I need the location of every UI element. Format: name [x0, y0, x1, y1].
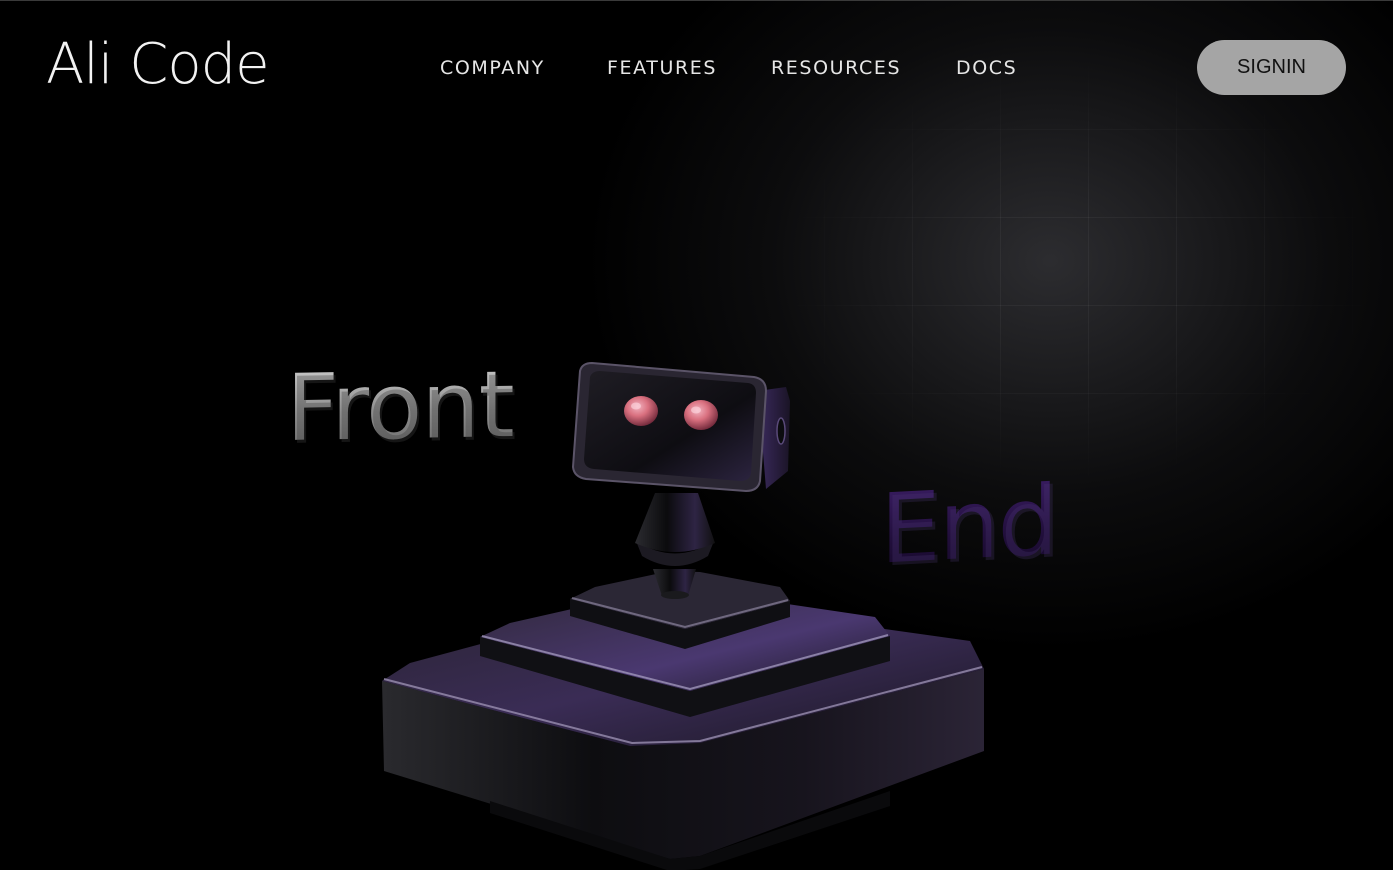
- signin-button[interactable]: SIGNIN: [1197, 40, 1346, 95]
- nav-docs[interactable]: DOCS: [956, 57, 1017, 79]
- nav-company[interactable]: COMPANY: [440, 57, 545, 79]
- landing-page: Ali Code COMPANY FEATURES RESOURCES DOCS…: [0, 0, 1393, 870]
- robot-illustration-icon: [382, 361, 984, 870]
- logo[interactable]: Ali Code: [46, 37, 270, 93]
- nav-features[interactable]: FEATURES: [607, 57, 717, 79]
- hero-word-end: End: [880, 464, 1057, 586]
- nav-resources[interactable]: RESOURCES: [771, 57, 901, 79]
